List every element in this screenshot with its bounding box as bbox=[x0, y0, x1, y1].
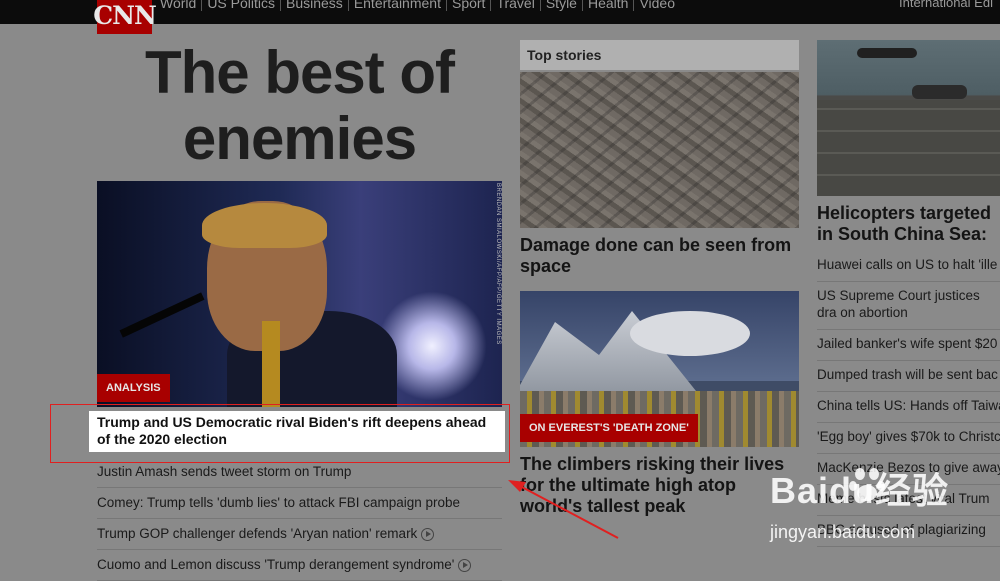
baidu-watermark: Baidu经验 jingyan.baidu.com bbox=[770, 462, 1000, 552]
watermark-url: jingyan.baidu.com bbox=[770, 522, 916, 542]
paw-icon bbox=[849, 468, 885, 501]
